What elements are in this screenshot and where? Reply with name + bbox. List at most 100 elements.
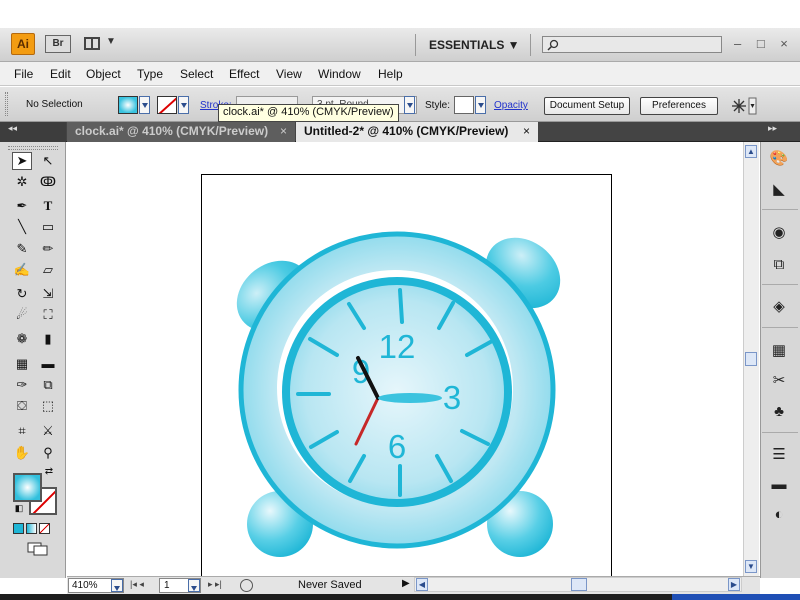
window-controls[interactable]: – □ × — [734, 36, 794, 51]
clock-artwork[interactable]: 12 3 6 9 — [67, 142, 743, 576]
rectangle-tool-icon[interactable]: ▭ — [38, 218, 58, 236]
eyedropper-tool-icon[interactable]: ✑ — [12, 376, 32, 394]
style-label: Style: — [425, 100, 451, 111]
document-setup-button[interactable]: Document Setup — [544, 97, 630, 115]
default-colors-icon[interactable]: ◧ — [13, 502, 25, 514]
color-guide-icon[interactable]: ◣ — [768, 179, 790, 201]
type-tool-icon[interactable]: T — [38, 197, 58, 215]
selection-tool-icon[interactable]: ➤ — [12, 152, 32, 170]
color-panel-icon[interactable]: 🎨 — [768, 148, 790, 170]
tab-untitled-2[interactable]: Untitled-2* @ 410% (CMYK/Preview) × — [296, 122, 538, 142]
panel-menu-button[interactable] — [731, 97, 757, 115]
menu-effect[interactable]: Effect — [229, 67, 259, 81]
preferences-button[interactable]: Preferences — [640, 97, 718, 115]
layers-panel-icon[interactable]: ◈ — [768, 296, 790, 318]
graphic-styles-icon[interactable]: ⧉ — [768, 254, 790, 276]
screen-mode-button[interactable] — [27, 542, 49, 556]
artboard-dropdown-button[interactable] — [188, 579, 200, 592]
menu-object[interactable]: Object — [86, 67, 121, 81]
menu-edit[interactable]: Edit — [50, 67, 71, 81]
numeral-9: 9 — [352, 353, 370, 390]
tab-clock[interactable]: clock.ai* @ 410% (CMYK/Preview) × — [67, 122, 295, 142]
zoom-dropdown-button[interactable] — [111, 579, 123, 592]
none-mode-icon[interactable] — [39, 523, 50, 534]
vertical-scroll-thumb[interactable] — [745, 352, 757, 366]
menu-type[interactable]: Type — [137, 67, 163, 81]
status-menu-icon[interactable]: ▶ — [402, 578, 410, 589]
live-paint-bucket-tool-icon[interactable]: ⛋ — [12, 397, 32, 415]
collapse-left-icon[interactable]: ◂◂ — [8, 123, 17, 134]
gradient-tool-icon[interactable]: ▬ — [38, 355, 58, 373]
line-tool-icon[interactable]: ╲ — [12, 218, 32, 236]
history-clock-icon[interactable] — [240, 579, 253, 592]
bridge-button[interactable]: Br — [45, 35, 71, 53]
rotate-tool-icon[interactable]: ↻ — [12, 285, 32, 303]
pencil-tool-icon[interactable]: ✏ — [38, 240, 58, 258]
menu-file[interactable]: File — [14, 67, 33, 81]
brush-dropdown-button[interactable] — [404, 96, 415, 114]
gradient-panel-icon[interactable]: ▬ — [768, 474, 790, 496]
fill-dropdown-button[interactable] — [139, 96, 150, 114]
collapse-right-icon[interactable]: ▸▸ — [768, 123, 777, 134]
symbol-sprayer-tool-icon[interactable]: ❁ — [12, 330, 32, 348]
appearance-panel-icon[interactable]: ◉ — [768, 222, 790, 244]
brushes-panel-icon[interactable]: ✂ — [768, 370, 790, 392]
zoom-tool-icon[interactable]: ⚲ — [38, 444, 58, 462]
close-icon[interactable]: × — [280, 124, 287, 138]
column-graph-tool-icon[interactable]: ▮ — [38, 330, 58, 348]
artboard-number-select[interactable]: 1 — [159, 578, 201, 593]
mesh-tool-icon[interactable]: ▦ — [12, 355, 32, 373]
scroll-up-icon[interactable]: ▲ — [745, 145, 757, 158]
horizontal-scroll-thumb[interactable] — [571, 578, 587, 591]
style-dropdown-button[interactable] — [475, 96, 486, 114]
lasso-tool-icon[interactable]: ↂ — [38, 173, 58, 191]
search-input[interactable] — [542, 36, 722, 53]
divider — [530, 34, 531, 56]
panel-grip[interactable] — [5, 92, 8, 116]
menu-view[interactable]: View — [276, 67, 302, 81]
numeral-6: 6 — [388, 428, 406, 465]
style-swatch[interactable] — [454, 96, 474, 114]
close-icon[interactable]: × — [523, 124, 530, 138]
opacity-link[interactable]: Opacity — [494, 100, 528, 111]
menu-help[interactable]: Help — [378, 67, 403, 81]
paintbrush-tool-icon[interactable]: ✎ — [12, 240, 32, 258]
fill-swatch[interactable] — [118, 96, 138, 114]
fill-color-swatch[interactable] — [13, 473, 42, 502]
blend-tool-icon[interactable]: ⧉ — [38, 376, 58, 394]
eraser-tool-icon[interactable]: ▱ — [38, 261, 58, 279]
transparency-panel-icon[interactable]: ◐ — [768, 504, 790, 526]
zoom-select[interactable]: 410% — [68, 578, 124, 593]
free-transform-tool-icon[interactable]: ⛶ — [38, 306, 58, 324]
hand-tool-icon[interactable]: ✋ — [12, 444, 32, 462]
artboard-tool-icon[interactable]: ⌗ — [12, 422, 32, 440]
last-artboard-button[interactable]: ▸ ▸| — [208, 579, 222, 590]
slice-tool-icon[interactable]: ⚔ — [38, 422, 58, 440]
gradient-mode-icon[interactable] — [26, 523, 37, 534]
color-mode-icon[interactable] — [13, 523, 24, 534]
magic-wand-tool-icon[interactable]: ✲ — [12, 173, 32, 191]
workspace-switcher[interactable]: ESSENTIALS ▼ — [429, 38, 520, 52]
pen-tool-icon[interactable]: ✒ — [12, 197, 32, 215]
direct-selection-tool-icon[interactable]: ↖ — [38, 152, 58, 170]
warp-tool-icon[interactable]: ☄ — [12, 306, 32, 324]
live-paint-selection-tool-icon[interactable]: ⬚ — [38, 397, 58, 415]
scroll-down-icon[interactable]: ▼ — [745, 560, 757, 573]
blob-brush-tool-icon[interactable]: ✍ — [12, 261, 32, 279]
menu-window[interactable]: Window — [318, 67, 361, 81]
scale-tool-icon[interactable]: ⇲ — [38, 285, 58, 303]
menu-select[interactable]: Select — [180, 67, 213, 81]
stroke-panel-icon[interactable]: ☰ — [768, 444, 790, 466]
swap-fill-stroke-icon[interactable]: ⇄ — [42, 466, 56, 478]
symbols-panel-icon[interactable]: ♣ — [768, 401, 790, 423]
arrange-documents-button[interactable]: ▼ — [84, 36, 116, 52]
scroll-left-icon[interactable]: ◀ — [416, 578, 428, 591]
panel-grip[interactable] — [8, 146, 58, 150]
swatches-panel-icon[interactable]: ▦ — [768, 340, 790, 362]
first-artboard-button[interactable]: |◂ ◂ — [130, 579, 144, 590]
stroke-dropdown-button[interactable] — [178, 96, 189, 114]
tab-label: Untitled-2* @ 410% (CMYK/Preview) — [304, 124, 509, 138]
scroll-right-icon[interactable]: ▶ — [728, 578, 740, 591]
stroke-swatch[interactable] — [157, 96, 177, 114]
sparkle-icon — [732, 97, 757, 115]
